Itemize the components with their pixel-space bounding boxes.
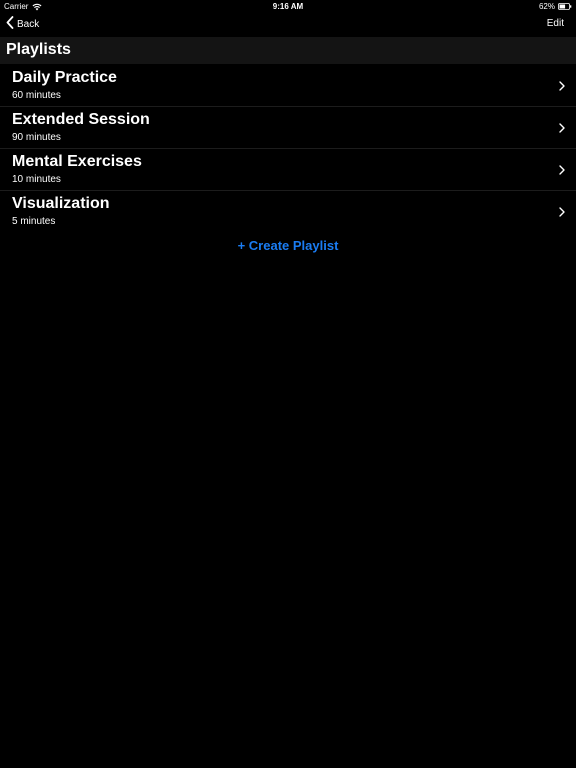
playlist-duration: 90 minutes [12,132,61,143]
chevron-right-icon [558,205,566,217]
back-button[interactable]: Back [6,16,39,32]
navigation-bar: Back Edit [0,12,576,36]
playlist-row-extended-session[interactable]: Extended Session 90 minutes [0,107,576,149]
status-bar: Carrier 9:16 AM 62% [0,0,576,12]
playlist-duration: 60 minutes [12,90,61,101]
battery-icon [558,3,572,10]
playlist-row-daily-practice[interactable]: Daily Practice 60 minutes [0,65,576,107]
back-label: Back [17,18,40,30]
edit-button[interactable]: Edit [547,18,564,29]
battery-percent: 62% [538,2,555,11]
chevron-left-icon [6,16,14,32]
section-header: Playlists [0,37,576,64]
playlist-name: Mental Exercises [12,153,142,170]
playlist-row-mental-exercises[interactable]: Mental Exercises 10 minutes [0,149,576,191]
status-right: 62% [539,2,572,11]
playlist-list: Daily Practice 60 minutes Extended Sessi… [0,65,576,232]
chevron-right-icon [558,163,566,175]
playlist-name: Visualization [12,195,110,212]
create-playlist-button[interactable]: + Create Playlist [0,238,576,253]
chevron-right-icon [558,121,566,133]
page-title: Playlists [6,41,71,58]
playlist-name: Daily Practice [12,69,117,86]
playlist-row-visualization[interactable]: Visualization 5 minutes [0,191,576,232]
playlist-name: Extended Session [12,111,150,128]
playlist-duration: 5 minutes [12,216,56,227]
playlist-duration: 10 minutes [12,174,61,185]
chevron-right-icon [558,79,566,91]
status-time: 9:16 AM [272,2,304,11]
